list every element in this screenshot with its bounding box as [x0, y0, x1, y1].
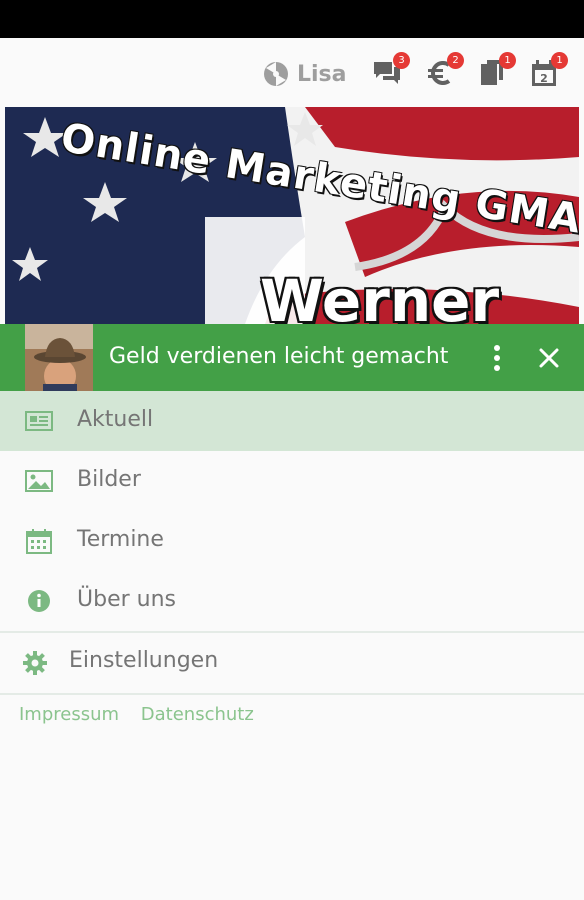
menu-label-ueber-uns: Über uns	[77, 587, 176, 612]
svg-text:2: 2	[540, 72, 548, 85]
calendar-grid-icon	[26, 529, 52, 554]
more-button[interactable]	[486, 341, 508, 375]
euro-button[interactable]: 2	[426, 52, 464, 88]
status-bar	[0, 0, 584, 38]
menu-label-einstellungen: Einstellungen	[69, 648, 219, 673]
menu-label-aktuell: Aktuell	[77, 407, 154, 432]
channel-title: Geld verdienen leicht gemacht	[109, 344, 449, 369]
brand[interactable]: Lisa	[262, 60, 347, 88]
brand-logo-icon	[264, 62, 288, 86]
hero-subtitle: Werner	[260, 267, 500, 324]
hero-banner: Online Marketing GMA Werner	[5, 107, 579, 324]
navigation-menu: Aktuell Bilder Termine Über uns Einstell…	[0, 391, 584, 695]
calendar-button[interactable]: 2 1	[530, 52, 568, 88]
datenschutz-link[interactable]: Datenschutz	[141, 704, 254, 725]
close-icon	[539, 348, 559, 368]
image-icon	[25, 470, 53, 492]
menu-label-bilder: Bilder	[77, 467, 141, 492]
info-icon	[28, 590, 50, 612]
menu-divider-bottom	[0, 693, 584, 695]
documents-button[interactable]: 1	[478, 52, 516, 88]
menu-item-aktuell[interactable]: Aktuell	[0, 391, 584, 451]
documents-badge: 1	[499, 52, 516, 69]
menu-item-ueber-uns[interactable]: Über uns	[0, 571, 584, 631]
footer-links: Impressum Datenschutz	[19, 704, 270, 725]
brand-name: Lisa	[297, 61, 347, 87]
gear-icon	[23, 651, 47, 675]
euro-badge: 2	[447, 52, 464, 69]
channel-header: Geld verdienen leicht gemacht	[0, 324, 584, 391]
calendar-badge: 1	[551, 52, 568, 69]
avatar[interactable]	[25, 324, 93, 391]
chat-button[interactable]: 3	[372, 52, 410, 88]
newspaper-icon	[25, 411, 53, 431]
menu-item-bilder[interactable]: Bilder	[0, 451, 584, 511]
chat-badge: 3	[393, 52, 410, 69]
avatar-photo	[25, 324, 93, 391]
impressum-link[interactable]: Impressum	[19, 704, 119, 725]
menu-item-einstellungen[interactable]: Einstellungen	[0, 633, 584, 693]
menu-item-termine[interactable]: Termine	[0, 511, 584, 571]
close-button[interactable]	[536, 345, 562, 371]
top-bar: Lisa 3 2 1 2 1	[0, 38, 584, 107]
menu-label-termine: Termine	[77, 527, 164, 552]
more-vert-icon	[494, 345, 500, 371]
